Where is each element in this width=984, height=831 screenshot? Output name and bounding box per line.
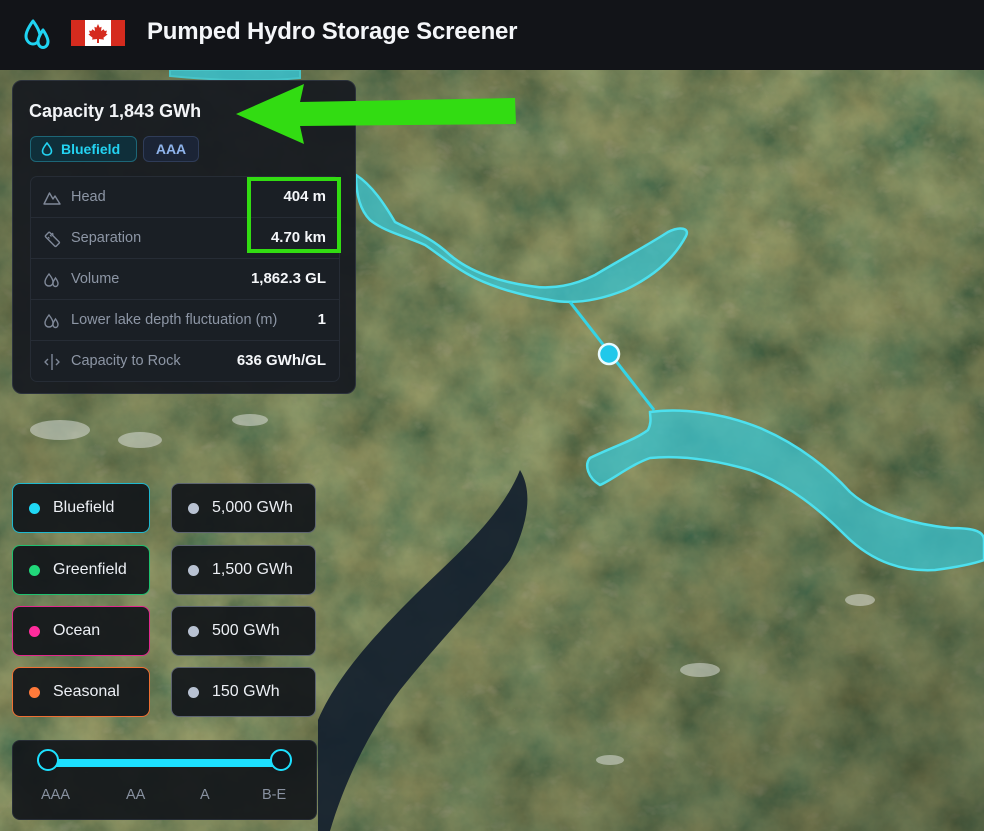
slider-label-aa: AA xyxy=(126,787,146,803)
mountain-icon xyxy=(43,192,61,205)
slider-label-a: A xyxy=(200,787,210,803)
stat-value: 1,862.3 GL xyxy=(250,270,326,287)
legend-label: Greenfield xyxy=(53,561,127,578)
legend-size-1500-button[interactable]: 1,500 GWh xyxy=(171,545,316,595)
slider-label-aaa: AAA xyxy=(41,787,71,803)
class-range-slider: AAA AA A B-E xyxy=(12,740,317,820)
stat-label: Capacity to Rock xyxy=(71,353,181,369)
app-title: Pumped Hydro Storage Screener xyxy=(147,18,518,45)
site-type-badge: Bluefield xyxy=(30,136,137,162)
slider-handle-min[interactable] xyxy=(37,749,59,771)
seasonal-dot-icon xyxy=(29,686,40,698)
legend-label: Seasonal xyxy=(53,683,120,700)
ruler-icon xyxy=(44,231,61,248)
droplets-icon xyxy=(44,272,59,288)
legend-label: Bluefield xyxy=(53,499,115,516)
stat-value: 1 xyxy=(317,311,326,328)
annotation-highlight-box xyxy=(247,177,341,253)
app-header: Pumped Hydro Storage Screener xyxy=(0,0,984,70)
split-icon xyxy=(44,354,60,370)
legend-label: 1,500 GWh xyxy=(212,561,293,578)
site-type-label: Bluefield xyxy=(61,141,121,157)
stat-row-depth-fluctuation: Lower lake depth fluctuation (m) 1 xyxy=(31,300,339,341)
slider-handle-max[interactable] xyxy=(270,749,292,771)
annotation-arrow-icon xyxy=(236,84,516,144)
stat-value: 636 GWh/GL xyxy=(236,352,326,369)
stat-label: Separation xyxy=(71,230,142,246)
droplets-icon xyxy=(44,313,59,329)
size-dot-icon xyxy=(188,564,199,576)
bluefield-dot-icon xyxy=(29,502,40,514)
legend-label: 500 GWh xyxy=(212,622,280,639)
stat-label: Volume xyxy=(71,271,120,287)
legend-seasonal-button[interactable]: Seasonal xyxy=(12,667,150,717)
legend-size-5000-button[interactable]: 5,000 GWh xyxy=(171,483,316,533)
legend-label: 5,000 GWh xyxy=(212,499,293,516)
slider-track[interactable] xyxy=(49,759,283,767)
capacity-title: Capacity 1,843 GWh xyxy=(29,101,202,121)
site-class-badge: AAA xyxy=(143,136,199,162)
stat-label: Lower lake depth fluctuation (m) xyxy=(71,312,278,328)
size-dot-icon xyxy=(188,686,199,698)
legend-size-500-button[interactable]: 500 GWh xyxy=(171,606,316,656)
stat-label: Head xyxy=(71,189,106,205)
canada-flag-icon xyxy=(71,20,125,46)
legend-label: 150 GWh xyxy=(212,683,280,700)
legend-size-150-button[interactable]: 150 GWh xyxy=(171,667,316,717)
stat-row-volume: Volume 1,862.3 GL xyxy=(31,259,339,300)
greenfield-dot-icon xyxy=(29,564,40,576)
size-dot-icon xyxy=(188,625,199,637)
legend-label: Ocean xyxy=(53,622,101,639)
drop-icon xyxy=(41,142,53,156)
stat-row-capacity-to-rock: Capacity to Rock 636 GWh/GL xyxy=(31,341,339,382)
slider-label-b-e: B-E xyxy=(262,787,287,803)
ocean-dot-icon xyxy=(29,625,40,637)
legend-greenfield-button[interactable]: Greenfield xyxy=(12,545,150,595)
size-dot-icon xyxy=(188,502,199,514)
water-drops-icon[interactable] xyxy=(22,17,54,51)
site-marker xyxy=(597,342,621,366)
legend-ocean-button[interactable]: Ocean xyxy=(12,606,150,656)
legend-bluefield-button[interactable]: Bluefield xyxy=(12,483,150,533)
